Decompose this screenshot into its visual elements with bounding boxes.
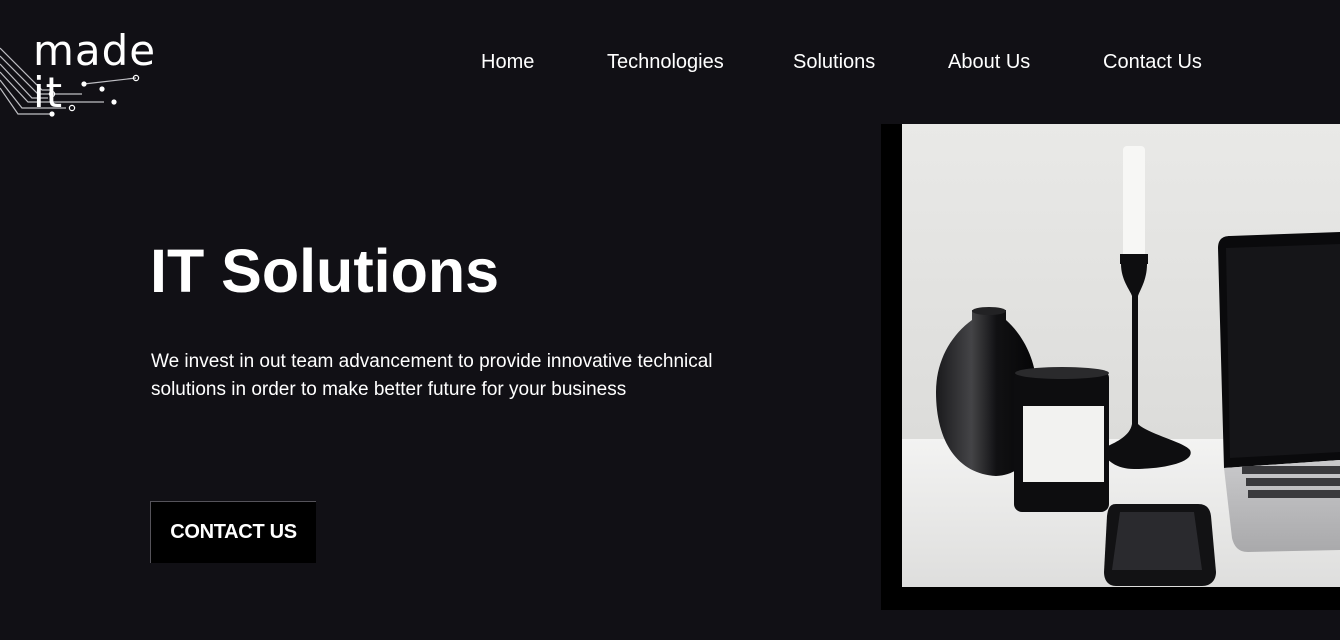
nav-contact-us[interactable]: Contact Us — [1103, 50, 1202, 74]
nav-about-us[interactable]: About Us — [948, 50, 1030, 74]
contact-us-button[interactable]: CONTACT US — [150, 501, 316, 563]
nav-technologies[interactable]: Technologies — [607, 50, 724, 74]
desk-photo-icon — [902, 124, 1340, 587]
hero-title: IT Solutions — [150, 237, 500, 305]
nav-solutions[interactable]: Solutions — [793, 50, 875, 74]
page: made it Home Technologies Solutions Abou… — [0, 0, 1340, 640]
nav-home[interactable]: Home — [481, 50, 534, 74]
main-nav: Home Technologies Solutions About Us Con… — [0, 50, 1340, 76]
hero-description: We invest in out team advancement to pro… — [151, 351, 713, 400]
